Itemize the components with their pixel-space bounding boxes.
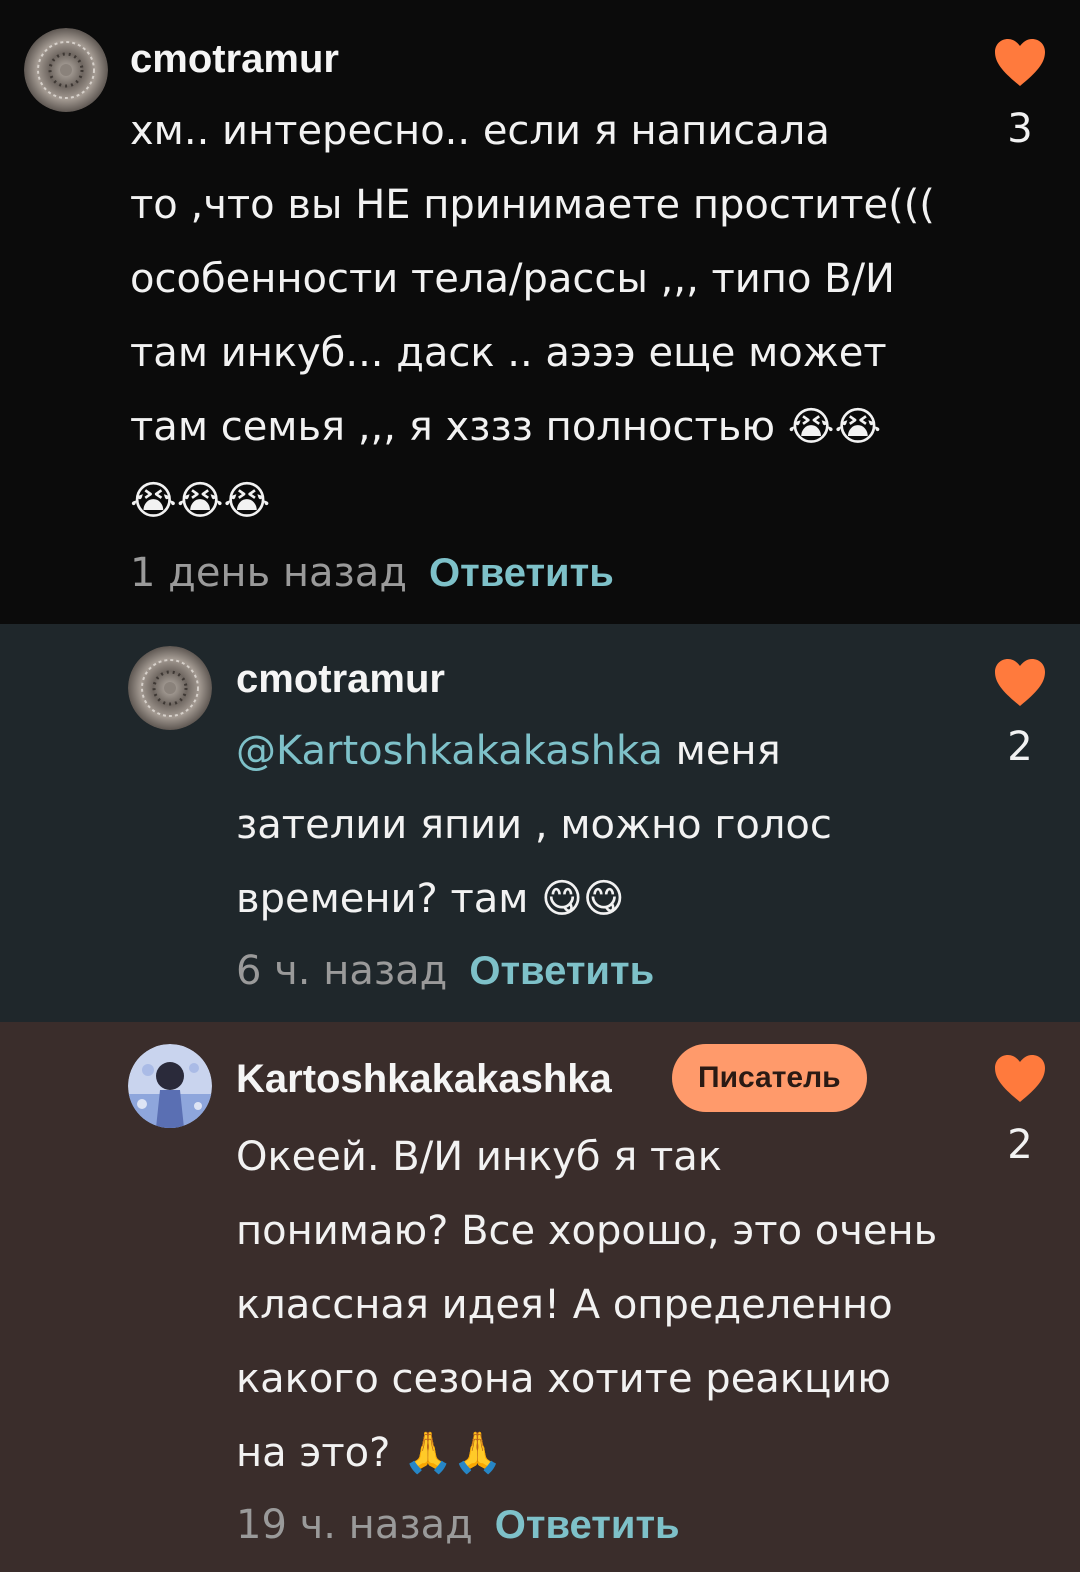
reply-button[interactable]: Ответить <box>495 1503 680 1547</box>
heart-icon[interactable] <box>993 658 1047 708</box>
like-count: 3 <box>1007 106 1033 152</box>
avatar[interactable] <box>128 1044 212 1128</box>
like-count: 2 <box>1007 1122 1033 1168</box>
comment-3: Kartoshkakakashka Писатель Океей. В/И ин… <box>0 1022 1080 1572</box>
text-line: хм.. интересно.. если я написала <box>130 108 830 154</box>
like-count: 2 <box>1007 724 1033 770</box>
heart-icon[interactable] <box>993 1054 1047 1104</box>
text-line: 😭😭😭 <box>130 478 271 524</box>
timestamp: 1 день назад <box>130 550 407 596</box>
writer-badge: Писатель <box>672 1044 867 1112</box>
text-line: то ,что вы НЕ принимаете простите((( <box>130 182 935 228</box>
comment-text: хм.. интересно.. если я написала то ,что… <box>130 94 950 538</box>
avatar[interactable] <box>128 646 212 730</box>
text-line: там инкуб... даск .. аэээ еще может <box>130 330 887 376</box>
text-fragment: меня <box>662 728 781 774</box>
comment-meta: 19 ч. назад Ответить <box>236 1500 680 1550</box>
comment-text: @Kartoshkakakashka меня зателии япии , м… <box>236 714 976 936</box>
text-line: на это? 🙏🙏 <box>236 1430 503 1476</box>
text-line: особенности тела/рассы ,,, типо В/И <box>130 256 895 302</box>
text-line: там семья ,,, я хззз полностью 😭😭 <box>130 404 882 450</box>
text-line: @Kartoshkakakashka меня <box>236 714 976 788</box>
username[interactable]: Kartoshkakakashka <box>236 1056 612 1102</box>
timestamp: 6 ч. назад <box>236 948 448 994</box>
heart-icon[interactable] <box>993 38 1047 88</box>
avatar[interactable] <box>24 28 108 112</box>
comment-1: cmotramur хм.. интересно.. если я написа… <box>0 0 1080 624</box>
comment-meta: 1 день назад Ответить <box>130 548 614 598</box>
comment-text: Океей. В/И инкуб я так понимаю? Все хоро… <box>236 1120 976 1490</box>
text-line: какого сезона хотите реакцию <box>236 1356 891 1402</box>
text-line: понимаю? Все хорошо, это очень <box>236 1208 938 1254</box>
username[interactable]: cmotramur <box>236 656 445 702</box>
timestamp: 19 ч. назад <box>236 1502 473 1548</box>
comment-2: cmotramur @Kartoshkakakashka меня затели… <box>0 624 1080 1022</box>
username[interactable]: cmotramur <box>130 36 339 82</box>
comment-meta: 6 ч. назад Ответить <box>236 946 654 996</box>
text-line: Океей. В/И инкуб я так <box>236 1134 722 1180</box>
text-line: времени? там 😋😋 <box>236 876 625 922</box>
text-line: зателии япии , можно голос <box>236 802 832 848</box>
reply-button[interactable]: Ответить <box>429 551 614 595</box>
user-mention[interactable]: @Kartoshkakakashka <box>236 728 663 774</box>
text-line: классная идея! А определенно <box>236 1282 893 1328</box>
reply-button[interactable]: Ответить <box>469 949 654 993</box>
